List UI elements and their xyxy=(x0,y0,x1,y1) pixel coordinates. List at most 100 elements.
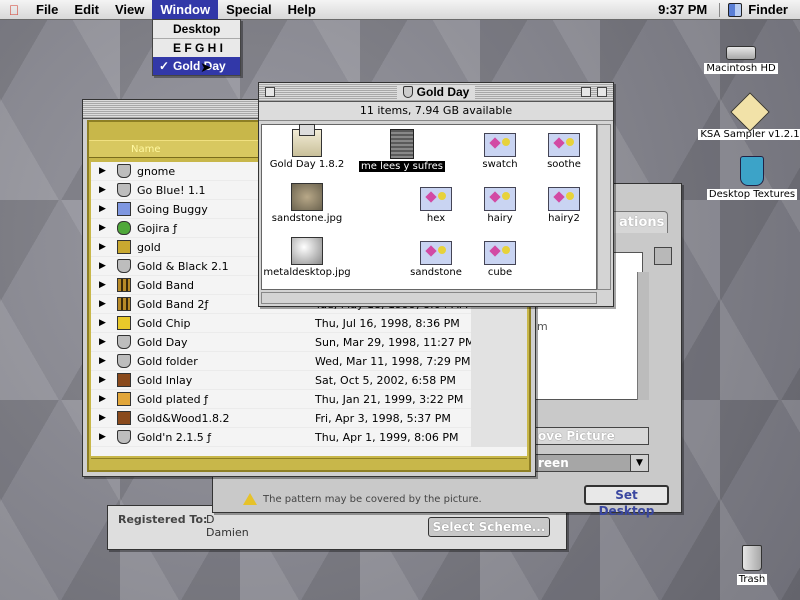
remove-picture-button[interactable]: ove Picture xyxy=(531,427,649,445)
pattern-icon xyxy=(548,133,580,157)
disclosure-triangle-icon[interactable]: ▶ xyxy=(99,280,113,290)
menu-file[interactable]: File xyxy=(28,0,66,20)
jpg-metal-icon xyxy=(291,237,323,265)
table-row[interactable]: ▶ Gold Chip Thu, Jul 16, 1998, 8:36 PM xyxy=(91,314,527,333)
column-shade xyxy=(471,428,527,447)
disclosure-triangle-icon[interactable]: ▶ xyxy=(99,242,113,252)
pattern-icon xyxy=(484,241,516,265)
column-shade xyxy=(471,352,527,371)
file-icon xyxy=(117,183,131,197)
window-title-text: Gold Day xyxy=(416,85,470,99)
list-horizontal-scrollbar[interactable] xyxy=(91,458,527,470)
menu-edit[interactable]: Edit xyxy=(66,0,107,20)
disclosure-triangle-icon[interactable]: ▶ xyxy=(99,432,113,442)
set-desktop-button[interactable]: Set Desktop xyxy=(584,485,669,518)
pattern-icon xyxy=(548,187,580,211)
disclosure-triangle-icon[interactable]: ▶ xyxy=(99,394,113,404)
menu-clock[interactable]: 9:37 PM xyxy=(646,2,719,17)
zoom-box-icon[interactable] xyxy=(581,87,591,97)
file-icon-label: sandstone xyxy=(410,267,462,278)
file-date: Thu, Jan 21, 1999, 3:22 PM xyxy=(315,392,464,406)
apple-menu-icon[interactable]:  xyxy=(0,2,28,18)
disclosure-triangle-icon[interactable]: ▶ xyxy=(99,318,113,328)
disclosure-triangle-icon[interactable]: ▶ xyxy=(99,204,113,214)
pattern-icon xyxy=(484,133,516,157)
table-row[interactable]: ▶ Gold Day Sun, Mar 29, 1998, 11:27 PM xyxy=(91,333,527,352)
table-row[interactable]: ▶ Gold folder Wed, Mar 11, 1998, 7:29 PM xyxy=(91,352,527,371)
select-scheme-button[interactable]: Select Scheme... xyxy=(428,517,550,537)
file-icon xyxy=(117,392,131,406)
window-menu-item-desktop[interactable]: Desktop xyxy=(153,20,240,38)
window-menu-item-gold-day[interactable]: ✓ Gold Day xyxy=(153,57,240,75)
disclosure-triangle-icon[interactable]: ▶ xyxy=(99,413,113,423)
vertical-scrollbar[interactable] xyxy=(597,124,611,290)
hard-disk-icon xyxy=(726,46,756,60)
application-menu-label: Finder xyxy=(748,2,788,17)
file-icon-item[interactable]: Gold Day 1.8.2 xyxy=(267,124,347,170)
file-icon xyxy=(117,411,131,425)
tab-options[interactable]: ations xyxy=(608,211,668,233)
desktop-icon-macintosh-hd[interactable]: Macintosh HD xyxy=(686,40,796,74)
disclosure-triangle-icon[interactable]: ▶ xyxy=(99,261,113,271)
desktop-icon-label: Trash xyxy=(736,574,768,585)
pattern-icon xyxy=(484,187,516,211)
disclosure-triangle-icon[interactable]: ▶ xyxy=(99,166,113,176)
table-row[interactable]: ▶ Gold plated ƒ Thu, Jan 21, 1999, 3:22 PM xyxy=(91,390,527,409)
file-icon-label: swatch xyxy=(482,159,518,170)
chevron-down-icon: ▼ xyxy=(630,455,648,471)
file-date: Thu, Apr 1, 1999, 8:06 PM xyxy=(315,430,459,444)
pattern-icon xyxy=(420,241,452,265)
application-menu[interactable]: Finder xyxy=(720,2,800,17)
file-icon-label: hairy2 xyxy=(548,213,580,224)
gold-day-titlebar[interactable]: Gold Day xyxy=(259,83,613,102)
file-icon-item[interactable]: cube xyxy=(460,241,540,278)
menu-help[interactable]: Help xyxy=(280,0,324,20)
file-icon-label: Gold Day 1.8.2 xyxy=(269,159,345,170)
horizontal-scrollbar[interactable] xyxy=(261,292,597,304)
column-shade xyxy=(471,390,527,409)
window-title: Gold Day xyxy=(396,85,476,99)
window-menu-item-efghi[interactable]: E F G H I xyxy=(153,39,240,57)
folder-icon xyxy=(402,86,413,98)
disclosure-triangle-icon[interactable]: ▶ xyxy=(99,337,113,347)
file-icon-item[interactable]: soothe xyxy=(524,133,604,170)
column-shade xyxy=(471,333,527,352)
file-name: Gold Inlay xyxy=(137,373,193,387)
disclosure-triangle-icon[interactable]: ▶ xyxy=(99,299,113,309)
file-name: Gold&Wood1.8.2 xyxy=(137,411,230,425)
desktop-icon-desktop-textures[interactable]: Desktop Textures xyxy=(697,156,800,200)
file-icon-item[interactable]: me lees y sufres xyxy=(359,129,445,172)
pattern-icon xyxy=(420,187,452,211)
position-select[interactable]: reen ▼ xyxy=(531,454,649,472)
desktop-icon-trash[interactable]: Trash xyxy=(697,545,800,585)
preview-scrollbar[interactable] xyxy=(637,272,649,400)
app-icon xyxy=(292,124,322,157)
menu-view[interactable]: View xyxy=(107,0,152,20)
file-icon xyxy=(117,297,131,311)
file-icon xyxy=(117,354,131,368)
file-name: Gold Day xyxy=(137,335,188,349)
disclosure-triangle-icon[interactable]: ▶ xyxy=(99,223,113,233)
menu-window[interactable]: Window xyxy=(152,0,219,20)
desktop-icon-ksa-sampler[interactable]: KSA Sampler v1.2.1 xyxy=(695,92,800,140)
table-row[interactable]: ▶ Gold&Wood1.8.2 Fri, Apr 3, 1998, 5:37 PM xyxy=(91,409,527,428)
disclosure-triangle-icon[interactable]: ▶ xyxy=(99,375,113,385)
warning-icon xyxy=(243,493,257,505)
disclosure-triangle-icon[interactable]: ▶ xyxy=(99,356,113,366)
table-row[interactable]: ▶ Gold'n 2.1.5 ƒ Thu, Apr 1, 1999, 8:06 PM xyxy=(91,428,527,447)
trash-icon xyxy=(742,545,762,571)
disclosure-triangle-icon[interactable]: ▶ xyxy=(99,185,113,195)
pattern-swatch-button[interactable] xyxy=(654,247,672,265)
window-menu-dropdown: Desktop E F G H I ✓ Gold Day xyxy=(152,19,241,76)
file-icon-item[interactable]: metaldesktop.jpg xyxy=(263,237,351,278)
close-box-icon[interactable] xyxy=(265,87,275,97)
table-row[interactable]: ▶ Gold Inlay Sat, Oct 5, 2002, 6:58 PM xyxy=(91,371,527,390)
collapse-box-icon[interactable] xyxy=(597,87,607,97)
file-date: Sun, Mar 29, 1998, 11:27 PM xyxy=(315,335,475,349)
file-icon xyxy=(117,335,131,349)
file-icon xyxy=(117,240,131,254)
file-icon-item[interactable]: sandstone.jpg xyxy=(267,183,347,224)
file-icon xyxy=(117,164,131,178)
file-icon-item[interactable]: hairy2 xyxy=(524,187,604,224)
menu-special[interactable]: Special xyxy=(218,0,280,20)
